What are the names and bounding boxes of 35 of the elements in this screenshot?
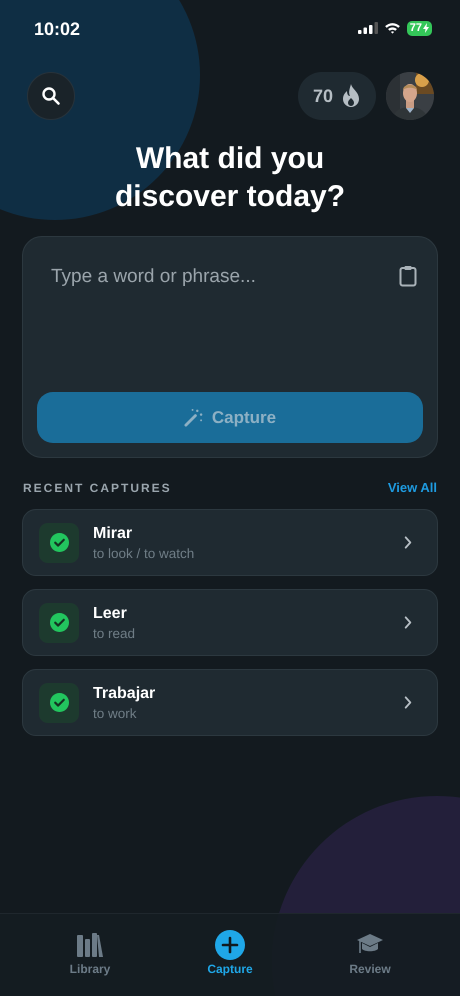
avatar-button[interactable] [386,72,434,120]
check-icon [50,693,68,712]
clock: 10:02 [34,18,80,40]
battery-indicator: 77 [406,20,432,36]
chevron-icon [404,696,412,709]
word-title: Mirar [93,524,134,542]
capture-tab[interactable]: Capture [180,930,280,976]
word-meaning: to read [93,626,136,640]
capture-row[interactable]: Trabajar to work [22,669,438,736]
view-all-link[interactable]: View All [388,480,437,495]
clipboard-icon [399,265,417,287]
check-icon [50,613,68,632]
heading: What did you discover today? [114,141,346,215]
wifi-icon [384,22,401,34]
plus-icon [215,930,245,960]
bolt-icon [423,23,429,33]
search-icon [41,86,61,106]
chevron-icon [404,536,412,549]
library-tab[interactable]: Library [40,930,140,976]
capture-row[interactable]: Leer to read [22,589,438,656]
capture-row[interactable]: Mirar to look / to watch [22,509,438,576]
chevron-icon [404,616,412,629]
word-title: Trabajar [93,684,156,702]
check-icon [50,533,68,552]
word-title: Leer [93,604,128,622]
books-icon [77,933,103,957]
word-meaning: to work [93,706,138,720]
review-tab[interactable]: Review [320,930,420,976]
magic-wand-icon [184,408,203,427]
section-heading: RECENT CAPTURES [23,480,172,494]
signal-icon [358,22,378,34]
word-input-field[interactable]: Type a word or phrase... [51,266,351,306]
word-meaning: to look / to watch [93,546,196,560]
flame-icon [341,84,362,108]
streak-badge[interactable]: 70 [298,72,376,120]
